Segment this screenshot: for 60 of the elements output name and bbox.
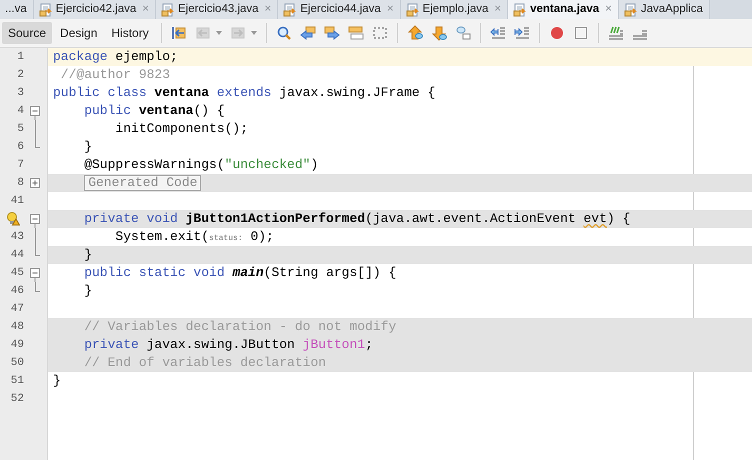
line-number: 4 [16, 104, 24, 119]
file-tab[interactable]: ...va [0, 0, 34, 19]
file-tab[interactable]: ventana.java × [508, 0, 619, 19]
code-line: // End of variables declaration [83, 355, 326, 370]
code-line: } [83, 247, 92, 262]
code-line: @SuppressWarnings("unchecked") [83, 157, 318, 172]
line-number: 45 [10, 266, 24, 281]
code-line: public class ventana extends javax.swing.JFrame { [53, 85, 436, 100]
bookmark-icon[interactable] [454, 25, 471, 41]
line-number: 3 [16, 86, 24, 101]
jump-icon[interactable] [170, 25, 187, 41]
line-number: 46 [10, 284, 24, 299]
code-line: initComponents(); [114, 121, 248, 136]
code-line: } [83, 139, 92, 154]
stop-icon[interactable] [572, 25, 589, 41]
line-number: 51 [10, 374, 24, 389]
line-number: 6 [16, 140, 24, 155]
code-line: } [83, 283, 92, 298]
search-icon[interactable] [276, 25, 292, 41]
line-number: 2 [16, 68, 24, 83]
line-number: 8 [16, 176, 24, 191]
code-line: private void jButton1ActionPerformed(java.awt.event.ActionEvent evt) { [83, 211, 630, 226]
code-line: public ventana() { [83, 103, 225, 118]
line-number: 41 [10, 194, 24, 209]
lightbulb-warning-icon[interactable] [6, 211, 20, 227]
file-tab[interactable]: Ejercicio42.java × [34, 0, 156, 19]
file-tab[interactable]: Ejercicio43.java × [156, 0, 278, 19]
code-line: } [53, 373, 61, 388]
view-tab[interactable]: Source [2, 22, 52, 44]
line-number: 5 [16, 122, 24, 137]
code-line: package ejemplo; [53, 49, 178, 64]
down-arrow-icon[interactable] [430, 25, 447, 41]
code-line: public static void main(String args[]) { [83, 265, 396, 280]
code-line: private javax.swing.JButton jButton1; [83, 337, 373, 352]
file-tab[interactable]: Ejercicio44.java × [278, 0, 401, 19]
line-number: 43 [10, 230, 24, 245]
line-number: 52 [10, 392, 24, 407]
dashed-rectangle-icon[interactable] [372, 25, 388, 41]
line-number: 47 [10, 302, 24, 317]
outdent-icon[interactable] [490, 25, 506, 41]
line-number: 50 [10, 356, 24, 371]
line-number: 44 [10, 248, 24, 263]
file-tab[interactable]: JavaApplica [618, 0, 710, 19]
line-number: 49 [10, 338, 24, 353]
left-arrow-icon[interactable] [300, 25, 316, 41]
comment-lines-icon[interactable] [608, 25, 624, 41]
file-tab[interactable]: Ejemplo.java × [400, 0, 508, 19]
view-tab[interactable]: History [105, 22, 155, 44]
indent-icon[interactable] [514, 25, 530, 41]
stacked-boxes-icon[interactable] [348, 25, 364, 41]
line-number: 7 [16, 158, 24, 173]
view-tab[interactable]: Design [54, 22, 104, 44]
code-line: // Variables declaration - do not modify [83, 319, 396, 334]
line-number: 1 [16, 50, 24, 65]
code-line: //@author 9823 [60, 67, 170, 82]
right-arrow-icon[interactable] [324, 25, 340, 41]
line-number: 48 [10, 320, 24, 335]
up-arrow-icon[interactable] [406, 25, 423, 41]
record-icon[interactable] [548, 25, 565, 41]
code-line: System.exit(status: 0); [114, 229, 274, 244]
